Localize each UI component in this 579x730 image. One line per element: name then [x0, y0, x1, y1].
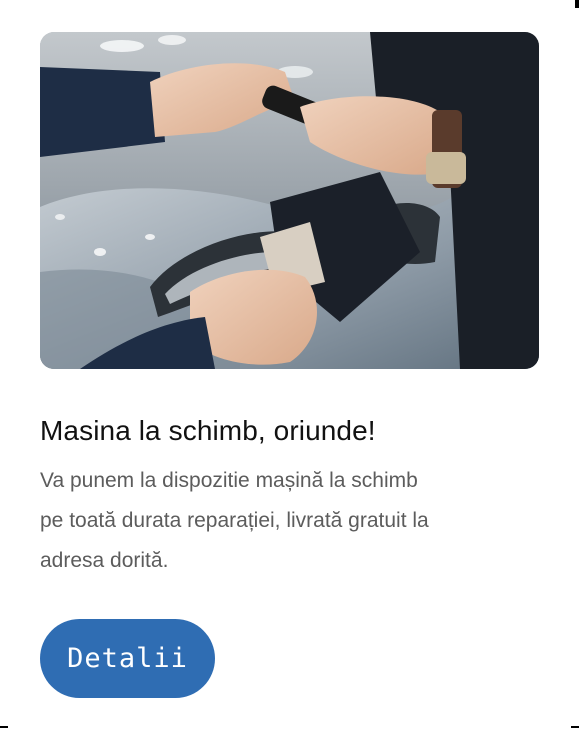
page: Masina la schimb, oriunde! Va punem la d… [0, 0, 579, 730]
details-button[interactable]: Detalii [40, 619, 215, 698]
service-card: Masina la schimb, oriunde! Va punem la d… [40, 32, 539, 698]
car-keys-handshake-image [40, 32, 539, 369]
corner-mark-top-right [575, 0, 579, 8]
card-title: Masina la schimb, oriunde! [40, 415, 376, 446]
corner-mark-bottom-left [0, 726, 8, 728]
corner-mark-bottom-right [571, 726, 579, 728]
card-description: Va punem la dispozitie mașină la schimb … [40, 469, 429, 572]
hero-illustration [40, 32, 539, 369]
